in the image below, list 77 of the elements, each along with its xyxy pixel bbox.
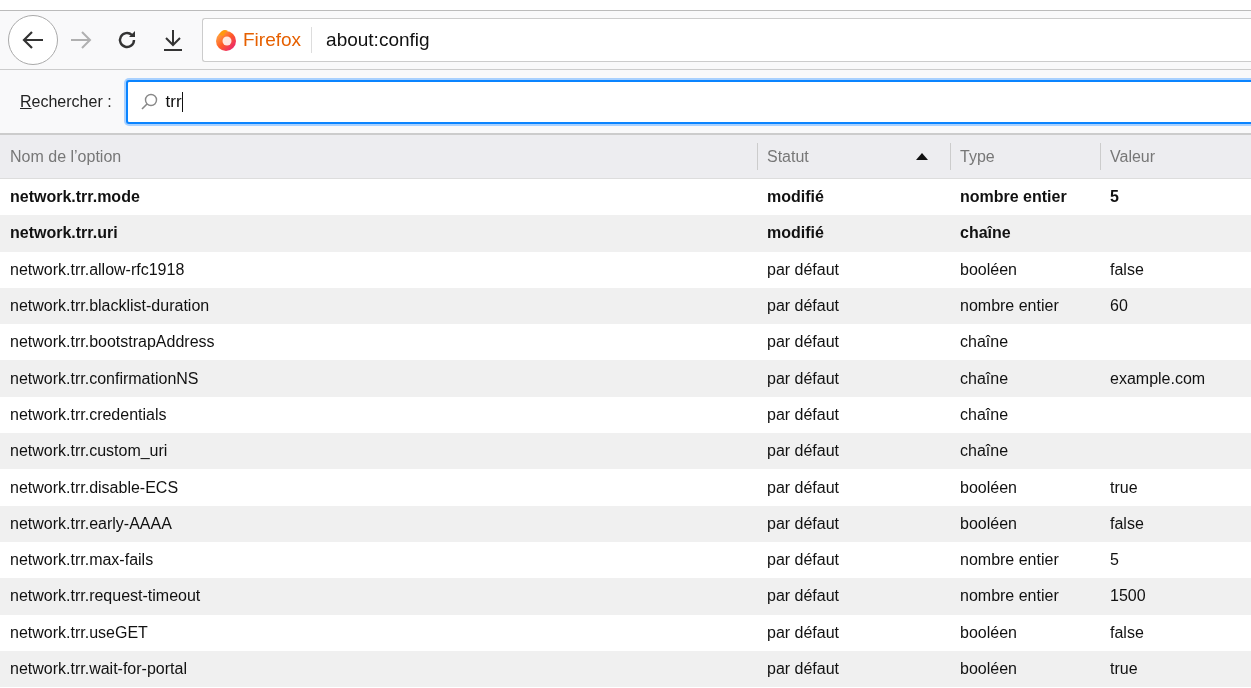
table-row[interactable]: network.trr.uri modifié chaîne (0, 215, 1251, 252)
browser-name: Firefox (243, 29, 302, 51)
option-status: par défaut (767, 297, 840, 316)
reload-icon (116, 29, 138, 51)
option-name: network.trr.early-AAAA (10, 514, 172, 533)
option-status: modifié (767, 224, 824, 243)
table-row[interactable]: network.trr.early-AAAA par défaut booléen false (0, 505, 1251, 542)
table-row[interactable]: network.trr.custom_uri par défaut chaîne (0, 433, 1251, 470)
option-name: network.trr.wait-for-portal (10, 660, 187, 678)
table-row[interactable]: network.trr.wait-for-portal par défaut booléen true (0, 650, 1251, 688)
option-value: 60 (1110, 297, 1128, 316)
option-value: false (1110, 514, 1144, 533)
search-text: trr (165, 91, 182, 112)
option-name: network.trr.blacklist-duration (10, 297, 210, 316)
option-status: par défaut (767, 514, 840, 533)
option-name: network.trr.allow-rfc1918 (10, 260, 185, 279)
search-field[interactable]: trr (125, 79, 1251, 124)
column-header[interactable]: Valeur (1100, 135, 1251, 179)
option-value: 5 (1110, 551, 1119, 570)
option-type: chaîne (960, 369, 1009, 388)
table-row[interactable]: network.trr.request-timeout par défaut nombre entier 1500 (0, 578, 1251, 615)
firefox-logo-icon (215, 29, 237, 51)
option-status: par défaut (767, 405, 840, 424)
column-header[interactable]: Statut (757, 135, 950, 179)
option-type: chaîne (960, 442, 1009, 461)
option-name: network.trr.bootstrapAddress (10, 333, 215, 352)
option-type: booléen (960, 260, 1017, 279)
option-value: true (1110, 660, 1138, 678)
sort-ascending-icon (916, 153, 928, 160)
option-status: modifié (767, 188, 824, 207)
option-value: false (1110, 260, 1144, 279)
column-header[interactable]: Type (950, 135, 1100, 179)
option-type: chaîne (960, 333, 1009, 352)
option-type: nombre entier (960, 551, 1059, 570)
option-name: network.trr.disable-ECS (10, 478, 179, 497)
option-status: par défaut (767, 660, 840, 678)
back-button[interactable] (8, 15, 58, 65)
option-name: network.trr.custom_uri (10, 442, 168, 461)
search-icon (139, 92, 158, 111)
option-type: booléen (960, 514, 1017, 533)
table-row[interactable]: network.trr.blacklist-duration par défaut nombre entier 60 (0, 287, 1251, 325)
option-status: par défaut (767, 478, 840, 497)
forward-arrow-icon (69, 30, 93, 50)
option-type: booléen (960, 623, 1017, 642)
option-value: example.com (1110, 369, 1206, 388)
option-type: nombre entier (960, 188, 1067, 207)
option-status: par défaut (767, 587, 840, 606)
address-bar[interactable]: Firefox about:config (202, 18, 1251, 62)
table-row[interactable]: network.trr.confirmationNS par défaut chaîne example.com (0, 360, 1251, 397)
option-value: 5 (1110, 188, 1119, 207)
option-status: par défaut (767, 623, 840, 642)
option-name: network.trr.useGET (10, 623, 148, 642)
option-type: booléen (960, 478, 1017, 497)
option-type: chaîne (960, 224, 1011, 243)
option-name: network.trr.uri (10, 224, 118, 243)
download-icon (163, 29, 183, 51)
option-name: network.trr.max-fails (10, 551, 154, 570)
option-value: false (1110, 623, 1144, 642)
back-arrow-icon (21, 30, 45, 50)
search-label: Rechercher : (20, 92, 112, 111)
column-header[interactable]: Nom de l’option (0, 135, 757, 179)
option-name: network.trr.mode (10, 188, 140, 207)
option-name: network.trr.request-timeout (10, 587, 201, 606)
url-text: about:config (325, 29, 430, 51)
option-status: par défaut (767, 369, 840, 388)
option-type: nombre entier (960, 297, 1059, 316)
option-name: network.trr.credentials (10, 405, 167, 424)
option-value: true (1110, 478, 1138, 497)
option-status: par défaut (767, 442, 840, 461)
option-type: nombre entier (960, 587, 1059, 606)
option-type: chaîne (960, 405, 1009, 424)
option-type: booléen (960, 660, 1017, 678)
option-status: par défaut (767, 551, 840, 570)
option-name: network.trr.confirmationNS (10, 369, 199, 388)
option-status: par défaut (767, 333, 840, 352)
option-value: 1500 (1110, 587, 1146, 606)
option-status: par défaut (767, 260, 840, 279)
